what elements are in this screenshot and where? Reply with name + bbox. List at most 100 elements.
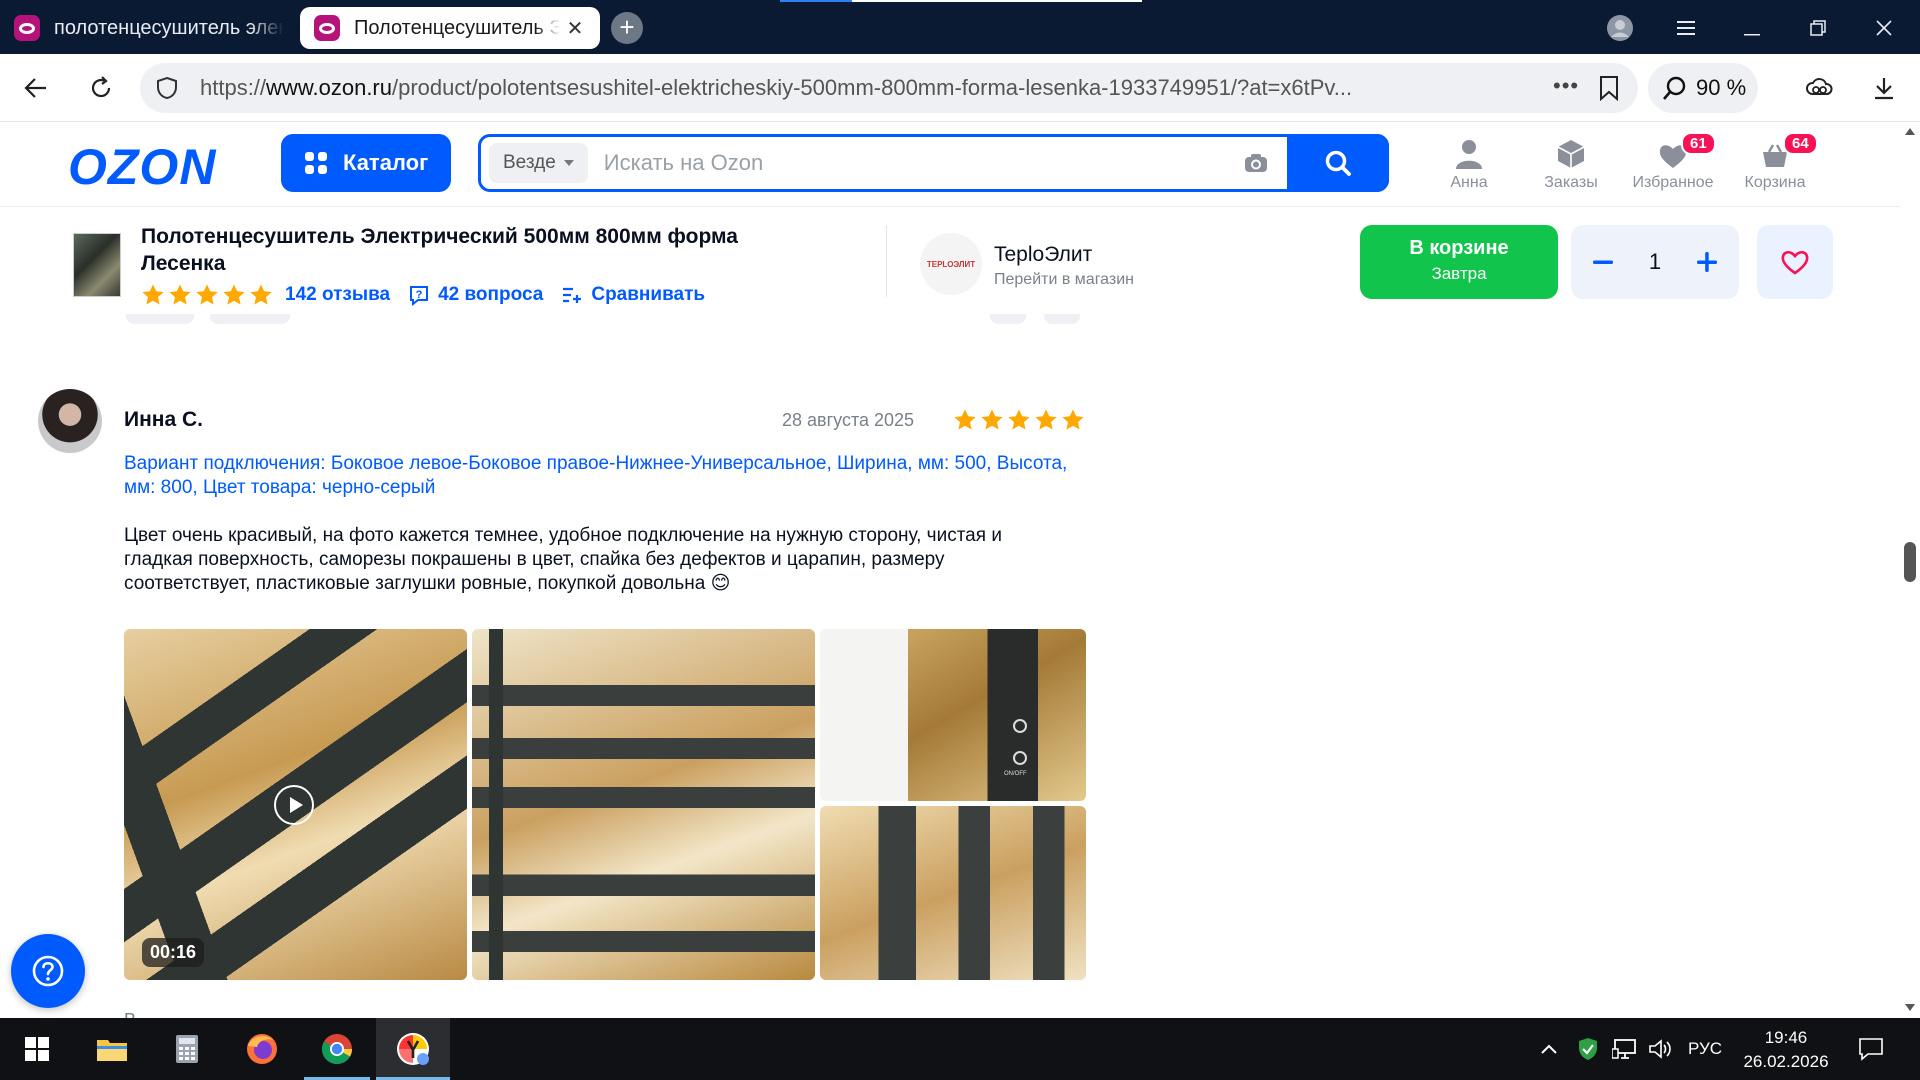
- site-security-icon[interactable]: [152, 73, 182, 103]
- star-icon: [1008, 409, 1030, 430]
- photo-caption: ON/OFF: [1004, 771, 1027, 777]
- new-tab-button[interactable]: +: [611, 12, 643, 44]
- restore-icon[interactable]: [1802, 12, 1834, 44]
- questions-link[interactable]: ? 42 вопроса: [408, 284, 543, 306]
- volume-icon[interactable]: [1648, 1018, 1672, 1080]
- user-icon: [1456, 140, 1482, 169]
- url-field[interactable]: https://www.ozon.ru/product/polotentsesu…: [140, 63, 1638, 113]
- video-duration: 00:16: [142, 938, 205, 967]
- reload-icon[interactable]: [81, 68, 121, 108]
- loading-indicator-track: [852, 0, 1142, 2]
- star-icon: [250, 284, 272, 305]
- shop-link[interactable]: Перейти в магазин: [994, 271, 1134, 289]
- search-input[interactable]: Искать на Ozon: [604, 150, 1243, 176]
- yandex-browser-icon[interactable]: [376, 1018, 450, 1080]
- shop-logo[interactable]: TEPLOЭЛИТ: [920, 233, 982, 295]
- catalog-label: Каталог: [343, 150, 429, 175]
- product-rating-stars: [141, 283, 273, 307]
- quantity-stepper: 1: [1571, 225, 1739, 299]
- search-scope-dropdown[interactable]: Везде: [489, 143, 588, 183]
- ozon-logo[interactable]: OZON: [68, 138, 216, 196]
- review-variant-link[interactable]: Вариант подключения: Боковое левое-Боков…: [124, 452, 1084, 500]
- orders-link[interactable]: Заказы: [1521, 136, 1621, 192]
- review-photo[interactable]: ON/OFF: [820, 629, 1086, 801]
- divider: [886, 225, 887, 297]
- add-to-favorites-button[interactable]: [1757, 225, 1833, 299]
- taskbar-clock[interactable]: 19:46 26.02.2026: [1738, 1026, 1834, 1074]
- browser-menu-icon[interactable]: [1670, 12, 1702, 44]
- url-text: https://www.ozon.ru/product/polotentsesu…: [200, 75, 1353, 100]
- cart-count-badge: 64: [1783, 132, 1818, 155]
- star-icon: [954, 409, 976, 430]
- grid-icon: [305, 152, 327, 174]
- favorites-count-badge: 61: [1681, 132, 1716, 155]
- minus-icon[interactable]: [1591, 250, 1615, 274]
- close-window-icon[interactable]: [1868, 12, 1900, 44]
- nav-button-partial[interactable]: [1044, 314, 1080, 324]
- play-icon[interactable]: [274, 785, 314, 825]
- calculator-icon[interactable]: [150, 1018, 224, 1080]
- review-photo[interactable]: [820, 806, 1086, 980]
- loading-indicator: [780, 0, 852, 2]
- scroll-down-arrow-icon[interactable]: [1905, 1004, 1915, 1011]
- notifications-icon[interactable]: [1858, 1018, 1884, 1080]
- scroll-up-arrow-icon[interactable]: [1905, 128, 1915, 135]
- profile-link[interactable]: Анна: [1419, 136, 1519, 192]
- in-cart-button[interactable]: В корзине Завтра: [1360, 225, 1558, 299]
- windows-start-icon[interactable]: [0, 1018, 74, 1080]
- tab-title: Полотенцесушитель Электрический: [354, 16, 560, 39]
- search-zoom-icon: [1663, 76, 1686, 100]
- help-button[interactable]: [11, 934, 85, 1008]
- question-bubble-icon: ?: [410, 286, 429, 306]
- chrome-icon[interactable]: [300, 1018, 374, 1080]
- show-hidden-icons-chevron-icon[interactable]: [1540, 1018, 1558, 1080]
- more-dots-icon[interactable]: •••: [1553, 73, 1579, 99]
- plus-icon[interactable]: [1695, 250, 1719, 274]
- defender-shield-icon[interactable]: [1578, 1018, 1598, 1080]
- back-icon[interactable]: [16, 68, 56, 108]
- zoom-value: 90 %: [1696, 75, 1747, 100]
- page-scrollbar[interactable]: [1900, 122, 1920, 1018]
- star-icon: [1035, 409, 1057, 430]
- chevron-down-icon: [563, 160, 574, 166]
- reviews-link[interactable]: 142 отзыва: [285, 284, 390, 306]
- box-icon: [1557, 140, 1585, 168]
- compare-link[interactable]: Сравнивать: [561, 284, 705, 306]
- profile-icon[interactable]: [1604, 12, 1636, 44]
- catalog-button[interactable]: Каталог: [281, 134, 451, 192]
- product-meta: 142 отзыва ? 42 вопроса Сравнивать: [141, 283, 723, 307]
- extensions-icon[interactable]: [1799, 68, 1839, 108]
- product-thumbnail[interactable]: [73, 233, 121, 297]
- search-icon: [1325, 150, 1351, 176]
- camera-icon[interactable]: [1243, 152, 1269, 174]
- filter-chip-partial[interactable]: [126, 314, 194, 324]
- question-icon: [32, 955, 64, 987]
- star-icon: [981, 409, 1003, 430]
- close-tab-icon[interactable]: ✕: [564, 16, 586, 41]
- review-video-thumbnail[interactable]: 00:16: [124, 629, 467, 980]
- browser-tab-search[interactable]: полотенцесушитель электрический: [0, 7, 298, 49]
- product-title[interactable]: Полотенцесушитель Электрический 500мм 80…: [141, 223, 821, 277]
- minimize-icon[interactable]: [1736, 12, 1768, 44]
- review-text: Цвет очень красивый, на фото кажется тем…: [124, 525, 1002, 594]
- ozon-favicon-icon: [14, 15, 40, 41]
- search-button[interactable]: [1287, 134, 1389, 192]
- file-explorer-icon[interactable]: [75, 1018, 149, 1080]
- filter-chip-partial[interactable]: [210, 314, 290, 324]
- star-icon: [1062, 409, 1084, 430]
- browser-tab-product[interactable]: Полотенцесушитель Электрический ✕: [300, 7, 600, 49]
- scrollbar-thumb[interactable]: [1904, 542, 1916, 582]
- downloads-icon[interactable]: [1864, 68, 1904, 108]
- nav-button-partial[interactable]: [990, 314, 1026, 324]
- firefox-icon[interactable]: [225, 1018, 299, 1080]
- search-bar: Везде Искать на Ozon: [478, 134, 1389, 192]
- language-indicator[interactable]: РУС: [1688, 1018, 1722, 1080]
- network-icon[interactable]: [1612, 1018, 1638, 1080]
- star-icon: [142, 284, 164, 305]
- cart-link[interactable]: 64 Корзина: [1725, 132, 1825, 192]
- bookmark-icon[interactable]: [1598, 75, 1620, 101]
- review-photo[interactable]: [472, 629, 815, 980]
- favorites-link[interactable]: 61 Избранное: [1623, 132, 1723, 192]
- zoom-indicator[interactable]: 90 %: [1648, 63, 1758, 113]
- shop-name[interactable]: TeploЭлит: [994, 243, 1092, 267]
